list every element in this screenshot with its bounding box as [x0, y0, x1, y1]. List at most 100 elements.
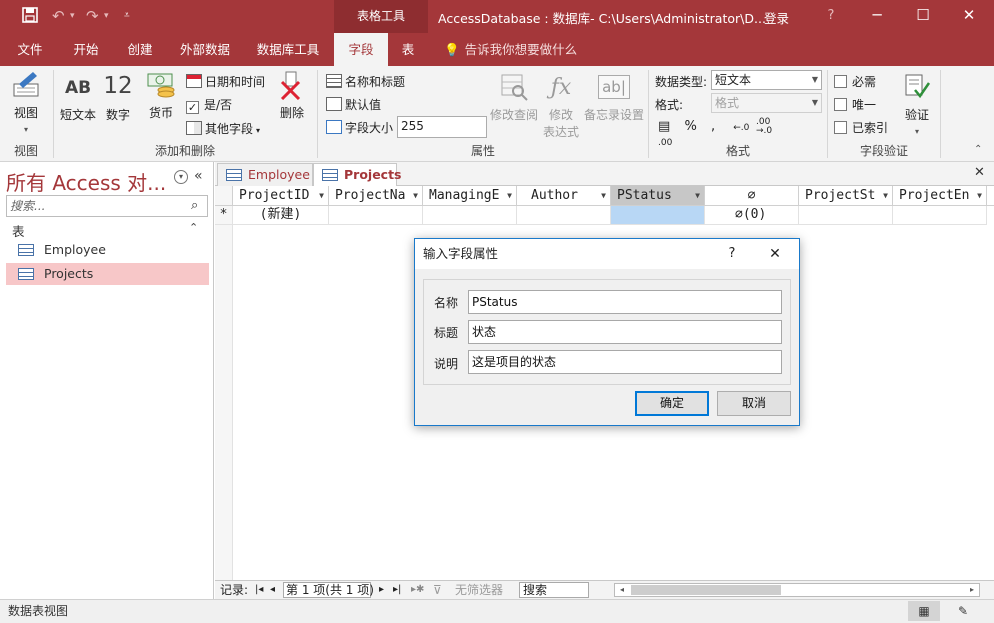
- column-dropdown-icon[interactable]: ▼: [977, 186, 982, 205]
- format-select[interactable]: 格式 ▼: [711, 93, 822, 113]
- tell-me-box[interactable]: 💡 告诉我你想要做什么: [444, 33, 577, 66]
- comma-icon[interactable]: ,: [711, 119, 715, 134]
- modify-lookup-button[interactable]: 修改查阅: [488, 72, 540, 123]
- modify-expression-button[interactable]: ƒx 修改 表达式: [540, 72, 582, 140]
- tab-create[interactable]: 创建: [116, 33, 164, 66]
- collapse-ribbon-icon[interactable]: ⌃: [974, 144, 982, 155]
- caption-input[interactable]: 状态: [468, 320, 782, 344]
- data-type-select[interactable]: 短文本 ▼: [711, 70, 822, 90]
- tab-database-tools[interactable]: 数据库工具: [248, 33, 328, 66]
- nav-menu-chevron-icon[interactable]: ▾: [174, 170, 188, 184]
- nav-section-tables[interactable]: 表: [12, 221, 25, 240]
- last-record-icon[interactable]: ▸|: [393, 581, 401, 599]
- filter-status[interactable]: 无筛选器: [455, 581, 503, 599]
- column-header-author[interactable]: Author ▼: [517, 186, 611, 206]
- name-input[interactable]: PStatus: [468, 290, 782, 314]
- record-search-input[interactable]: 搜索: [519, 582, 589, 598]
- redo-dropdown-icon[interactable]: ▾: [104, 11, 109, 21]
- table-cell[interactable]: [423, 206, 517, 225]
- column-header-pstatus[interactable]: PStatus ▼: [611, 186, 705, 206]
- undo-dropdown-icon[interactable]: ▾: [70, 11, 75, 21]
- tab-home[interactable]: 开始: [62, 33, 110, 66]
- redo-icon[interactable]: ↷: [86, 7, 99, 25]
- name-caption-button[interactable]: 名称和标题: [326, 73, 405, 90]
- first-record-icon[interactable]: |◂: [255, 581, 263, 599]
- tab-fields[interactable]: 字段: [334, 33, 388, 66]
- help-button[interactable]: ?: [808, 0, 854, 33]
- column-header-managing[interactable]: ManagingE ▼: [423, 186, 517, 206]
- percent-icon[interactable]: %: [684, 119, 696, 134]
- column-header-attachment[interactable]: ⌀: [705, 186, 799, 206]
- column-dropdown-icon[interactable]: ▼: [507, 186, 512, 205]
- table-cell[interactable]: [893, 206, 987, 225]
- attachment-cell[interactable]: ⌀(0): [705, 206, 799, 225]
- datetime-button[interactable]: 日期和时间: [186, 73, 265, 90]
- undo-icon[interactable]: ↶: [52, 7, 65, 25]
- dialog-help-button[interactable]: ?: [721, 239, 743, 269]
- scrollbar-thumb[interactable]: [631, 585, 781, 595]
- table-cell-selected[interactable]: [611, 206, 705, 225]
- next-record-icon[interactable]: ▸: [379, 581, 384, 599]
- close-document-icon[interactable]: ✕: [974, 165, 985, 180]
- tab-table[interactable]: 表: [392, 33, 424, 66]
- datasheet-view-icon[interactable]: ▦: [908, 601, 940, 621]
- nav-item-employee[interactable]: Employee: [6, 239, 209, 261]
- default-value-button[interactable]: 默认值: [326, 96, 381, 113]
- horizontal-scrollbar[interactable]: ◂ ▸: [614, 583, 980, 597]
- column-dropdown-icon[interactable]: ▼: [413, 186, 418, 205]
- nav-pane-title[interactable]: 所有 Access 对...: [6, 167, 166, 196]
- nav-item-projects[interactable]: Projects: [6, 263, 209, 285]
- ok-button[interactable]: 确定: [635, 391, 709, 416]
- doc-tab-projects[interactable]: Projects: [313, 163, 402, 186]
- login-link[interactable]: 登录: [764, 8, 789, 27]
- view-button[interactable]: 视图 ▾: [6, 70, 46, 135]
- currency-format-icon[interactable]: ▤: [658, 119, 670, 134]
- column-header-projectid[interactable]: ProjectID ▼: [233, 186, 329, 206]
- save-icon[interactable]: [22, 7, 38, 27]
- cancel-button[interactable]: 取消: [717, 391, 791, 416]
- filter-funnel-icon[interactable]: ⊽: [433, 581, 442, 599]
- shutter-bar-close-icon[interactable]: «: [194, 168, 203, 184]
- collapse-section-icon[interactable]: ⌃: [189, 221, 198, 234]
- currency-button[interactable]: 货币: [140, 70, 182, 121]
- short-text-button[interactable]: AB 短文本: [58, 72, 98, 123]
- column-dropdown-icon[interactable]: ▼: [883, 186, 888, 205]
- current-record-input[interactable]: 第 1 项(共 1 项): [283, 582, 374, 598]
- column-header-projectname[interactable]: ProjectNa ▼: [329, 186, 423, 206]
- minimize-button[interactable]: ─: [854, 0, 900, 33]
- decrease-decimals-icon[interactable]: .00 →.0: [756, 118, 772, 136]
- required-checkbox[interactable]: 必需: [834, 73, 876, 90]
- tab-external-data[interactable]: 外部数据: [170, 33, 240, 66]
- column-header-projectstart[interactable]: ProjectSt ▼: [799, 186, 893, 206]
- search-icon[interactable]: ⌕: [191, 198, 198, 213]
- validate-button[interactable]: 验证 ▾: [898, 72, 936, 137]
- table-cell[interactable]: [517, 206, 611, 225]
- scroll-left-icon[interactable]: ◂: [615, 584, 629, 596]
- tab-file[interactable]: 文件: [6, 33, 54, 66]
- new-record-cell[interactable]: (新建): [233, 206, 329, 225]
- description-input[interactable]: 这是项目的状态: [468, 350, 782, 374]
- number-button[interactable]: 12 数字: [100, 70, 136, 123]
- unique-checkbox[interactable]: 唯一: [834, 96, 876, 113]
- restore-button[interactable]: ☐: [900, 0, 946, 33]
- design-view-icon[interactable]: ✎: [948, 601, 978, 621]
- previous-record-icon[interactable]: ◂: [270, 581, 275, 599]
- column-dropdown-icon[interactable]: ▼: [695, 186, 700, 205]
- new-record-marker[interactable]: *: [215, 206, 233, 225]
- nav-search-input[interactable]: 搜索...: [6, 195, 208, 217]
- column-dropdown-icon[interactable]: ▼: [601, 186, 606, 205]
- column-header-projectend[interactable]: ProjectEn ▼: [893, 186, 987, 206]
- delete-field-button[interactable]: 删除: [274, 70, 310, 121]
- dialog-close-button[interactable]: ✕: [755, 239, 795, 269]
- customize-quick-access-icon[interactable]: ⩡: [124, 10, 130, 21]
- select-all-corner[interactable]: [215, 186, 233, 206]
- doc-tab-employee[interactable]: Employee: [217, 163, 313, 186]
- close-button[interactable]: ✕: [946, 0, 992, 33]
- scroll-right-icon[interactable]: ▸: [965, 584, 979, 596]
- more-fields-button[interactable]: 其他字段 ▾: [186, 120, 260, 137]
- column-dropdown-icon[interactable]: ▼: [319, 186, 324, 205]
- indexed-checkbox[interactable]: 已索引: [834, 119, 888, 136]
- new-record-icon[interactable]: ▸✱: [411, 581, 424, 599]
- field-size-input[interactable]: 255: [397, 116, 487, 138]
- memo-settings-button[interactable]: ab| 备忘录设置: [584, 72, 644, 123]
